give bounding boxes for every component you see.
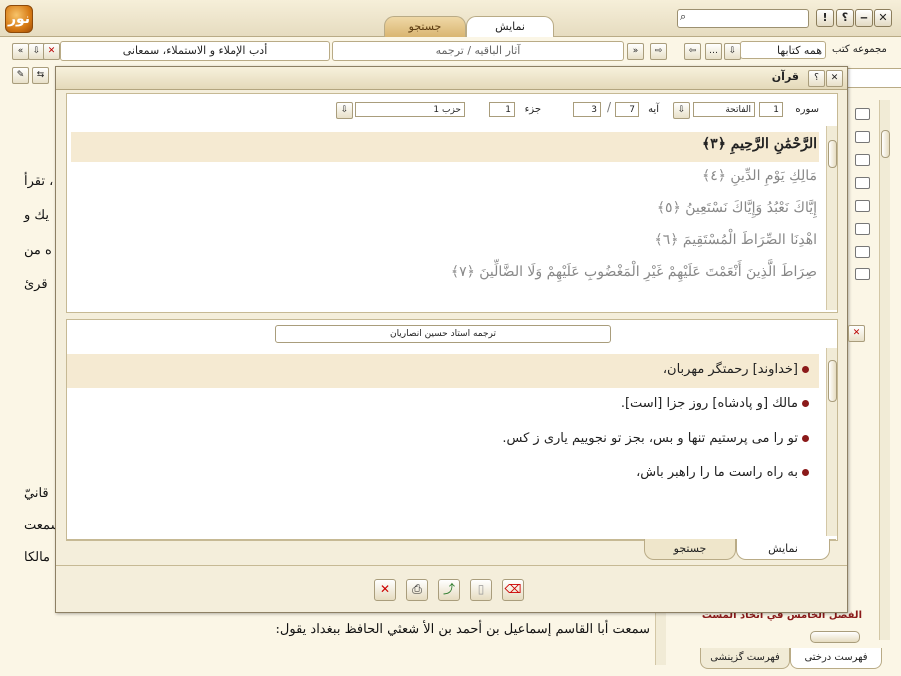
book-icon — [855, 131, 870, 143]
book-icon — [855, 223, 870, 235]
bullet-icon — [802, 435, 809, 442]
remove-icon[interactable]: ⌫ — [502, 579, 524, 601]
surah-dropdown-icon[interactable]: ⇩ — [673, 102, 690, 119]
tab-display[interactable]: نمایش — [466, 16, 554, 37]
sidebar-scrollbar[interactable] — [879, 100, 890, 640]
go-arrow-icon[interactable]: ⇨ — [650, 43, 667, 60]
juz-input[interactable]: 1 — [489, 102, 515, 117]
doc-fragment: يك و — [24, 208, 49, 223]
print-icon[interactable]: ⎙ — [406, 579, 428, 601]
sidebar-hscroll-thumb[interactable] — [810, 631, 860, 643]
book-open-icon — [855, 268, 870, 280]
sidebar-scroll-thumb[interactable] — [881, 130, 890, 158]
clear-icon[interactable]: ✕ — [43, 43, 60, 60]
back-icon[interactable]: « — [12, 43, 29, 60]
collection-label: مجموعه کتب — [832, 44, 887, 55]
top-search-input[interactable]: ⌕ — [677, 9, 809, 28]
collection-select[interactable]: همه کتابها — [740, 41, 826, 59]
bullet-icon — [802, 366, 809, 373]
tab-tree-index[interactable]: فهرست درختی — [790, 648, 882, 669]
app-logo[interactable]: نور — [5, 5, 33, 33]
close-window-button[interactable]: ✕ — [874, 9, 892, 27]
verse-line[interactable]: إِيَّاكَ نَعْبُدُ وَإِيَّاكَ نَسْتَعِينُ… — [657, 200, 817, 216]
surah-name-select[interactable]: الفاتحة — [693, 102, 755, 117]
bullet-icon — [802, 469, 809, 476]
verse-line[interactable]: مَالِكِ يَوْمِ الدِّينِ ﴿٤﴾ — [702, 168, 817, 184]
book-icon — [855, 200, 870, 212]
translation-scrollbar[interactable] — [826, 348, 837, 536]
book-title-field[interactable]: أدب الإملاء و الاستملاء، سمعانی — [60, 41, 330, 61]
help-button[interactable]: ؟ — [836, 9, 854, 27]
translation-line[interactable]: مالك [و پادشاه] روز جزا [است]. — [621, 396, 809, 411]
translator-select[interactable]: ترجمه استاد حسین انصاریان — [275, 325, 611, 343]
close-icon[interactable]: ✕ — [374, 579, 396, 601]
hizb-select[interactable]: حزب 1 — [355, 102, 465, 117]
ayah-from-input[interactable]: 7 — [615, 102, 639, 117]
surah-number-input[interactable]: 1 — [759, 102, 783, 117]
path-field[interactable]: آثار الباقیه / ترجمه — [332, 41, 624, 61]
verse-pane: سوره 1 الفاتحة ⇩ آيه 7 / 3 جزء 1 حزب 1 ⇩… — [66, 93, 838, 313]
settings-icon[interactable]: ✎ — [12, 67, 29, 84]
bullet-icon — [802, 400, 809, 407]
verse-scrollbar[interactable] — [826, 126, 837, 310]
hizb-dropdown-icon[interactable]: ⇩ — [336, 102, 353, 119]
doc-fragment: قانيّ — [24, 486, 49, 501]
verse-line[interactable]: اهْدِنَا الصِّرَاطَ الْمُسْتَقِيمَ ﴿٦﴾ — [654, 232, 817, 248]
ayah-to-input[interactable]: 3 — [573, 102, 601, 117]
book-icon — [855, 108, 870, 120]
doc-fragment: ه من — [24, 243, 52, 258]
collection-dropdown-icon[interactable]: ⇩ — [724, 43, 741, 60]
doc-fragment: مالكا — [24, 550, 51, 565]
verse-scroll-thumb[interactable] — [828, 140, 837, 168]
copy-icon[interactable]: ▯ — [470, 579, 492, 601]
dialog-tab-display[interactable]: نمایش — [736, 539, 830, 560]
dialog-help-icon[interactable]: ؟ — [808, 70, 825, 87]
translation-line[interactable]: [خداوند] رحمتگر مهربان، — [663, 362, 809, 377]
translation-scroll-thumb[interactable] — [828, 360, 837, 402]
tab-search[interactable]: جستجو — [384, 16, 466, 37]
minimize-window-button[interactable]: ‒ — [855, 9, 873, 27]
tab-selective-index[interactable]: فهرست گزینشی — [700, 648, 790, 669]
verse-line[interactable]: الرَّحْمَٰنِ الرَّحِيمِ ﴿٣﴾ — [702, 136, 817, 152]
doc-line: سمعت أبا القاسم إسماعيل بن أحمد بن الأ ش… — [275, 622, 650, 637]
more-icon[interactable]: … — [705, 43, 722, 60]
juz-label: جزء — [524, 104, 541, 115]
dialog-tab-search[interactable]: جستجو — [644, 539, 736, 560]
book-icon — [855, 177, 870, 189]
translation-line[interactable]: به راه راست ما را راهبر باش، — [636, 465, 809, 480]
export-icon[interactable]: ⤴ — [438, 579, 460, 601]
dialog-title-bar — [56, 67, 847, 90]
forward-icon[interactable]: » — [627, 43, 644, 60]
range-separator: / — [606, 100, 611, 114]
dialog-close-icon[interactable]: ✕ — [826, 70, 843, 87]
book-icon — [855, 154, 870, 166]
translation-pane: ترجمه استاد حسین انصاریان ✕ [خداوند] رحم… — [66, 319, 865, 541]
book-icon — [855, 246, 870, 258]
search-icon: ⌕ — [680, 10, 687, 23]
surah-label: سوره — [795, 104, 819, 115]
alert-button[interactable]: ! — [816, 9, 834, 27]
left-arrow-icon[interactable]: ⇦ — [684, 43, 701, 60]
quran-dialog: قرآن ✕ ؟ سوره 1 الفاتحة ⇩ آيه 7 / 3 جزء … — [55, 66, 865, 613]
sidebar-filter-input[interactable] — [840, 68, 901, 88]
close-translation-icon[interactable]: ✕ — [848, 325, 865, 342]
dialog-title: قرآن — [771, 70, 799, 83]
doc-fragment: قرئ — [24, 277, 48, 292]
doc-fragment: ، تقرأ — [24, 174, 54, 189]
translation-line[interactable]: تو را می پرستیم تنها و بس، بجز تو نجوییم… — [502, 431, 809, 446]
ayah-label: آيه — [648, 104, 659, 115]
verse-line[interactable]: صِرَاطَ الَّذِينَ أَنْعَمْتَ عَلَيْهِمْ … — [451, 264, 817, 280]
layout-icon[interactable]: ⇆ — [32, 67, 49, 84]
